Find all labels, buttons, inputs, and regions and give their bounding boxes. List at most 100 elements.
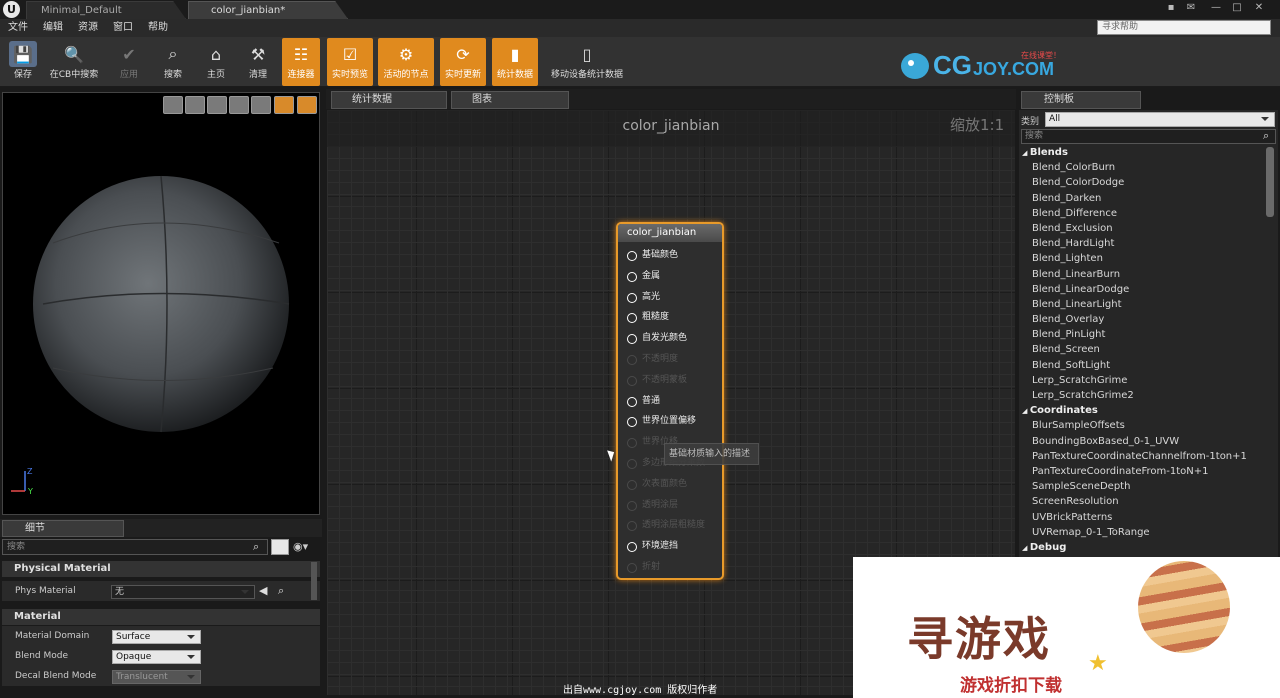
- palette-category[interactable]: Blends: [1020, 145, 1264, 160]
- palette-scrollbar[interactable]: [1266, 147, 1274, 217]
- apply-button[interactable]: ✔ 应用: [109, 38, 149, 86]
- preview-mesh-button[interactable]: [251, 96, 271, 114]
- home-button[interactable]: ⌂ 主页: [197, 38, 235, 86]
- palette-item[interactable]: Blend_Exclusion: [1020, 221, 1264, 236]
- preview-sphere: Z Y: [11, 175, 290, 496]
- preview-cylinder-button[interactable]: [163, 96, 183, 114]
- palette-category[interactable]: Coordinates: [1020, 403, 1264, 418]
- palette-item[interactable]: BoundingBoxBased_0-1_UVW: [1020, 434, 1264, 449]
- details-scrollbar[interactable]: [311, 562, 317, 600]
- menu-help[interactable]: 帮助: [148, 19, 168, 37]
- zoom-level: 缩放1:1: [950, 116, 1005, 134]
- preview-sphere-button[interactable]: [185, 96, 205, 114]
- clean-up-button[interactable]: ⚒ 清理: [239, 38, 277, 86]
- tab-material-editor[interactable]: color_jianbian*: [188, 1, 348, 19]
- preview-grid-button[interactable]: [274, 96, 294, 114]
- section-physical-material[interactable]: Physical Material: [2, 561, 320, 577]
- live-nodes-button[interactable]: ⚙ 活动的节点: [378, 38, 434, 86]
- tab-graph[interactable]: 图表: [451, 91, 569, 109]
- material-preview-viewport[interactable]: Z Y: [2, 92, 320, 515]
- tab-details[interactable]: 细节: [2, 520, 124, 537]
- live-update-button[interactable]: ⟳ 实时更新: [440, 38, 486, 86]
- node-pin[interactable]: 折射: [626, 560, 726, 574]
- palette-item[interactable]: Blend_ColorBurn: [1020, 160, 1264, 175]
- node-pin[interactable]: 自发光颜色: [626, 331, 726, 345]
- palette-item[interactable]: UVBrickPatterns: [1020, 510, 1264, 525]
- node-pin[interactable]: 次表面颜色: [626, 477, 726, 491]
- preview-cube-button[interactable]: [229, 96, 249, 114]
- palette-search-input[interactable]: 搜索: [1021, 129, 1276, 144]
- palette-item[interactable]: Blend_SoftLight: [1020, 358, 1264, 373]
- node-pin[interactable]: 基础颜色: [626, 248, 726, 262]
- notification-icon[interactable]: ▪: [1164, 2, 1178, 14]
- find-in-cb-button[interactable]: 🔍 在CB中搜索: [44, 38, 104, 86]
- menu-edit[interactable]: 编辑: [43, 19, 63, 37]
- node-pin[interactable]: 金属: [626, 269, 726, 283]
- menu-window[interactable]: 窗口: [113, 19, 133, 37]
- menu-bar: [0, 19, 1280, 37]
- palette-item[interactable]: SampleSceneDepth: [1020, 479, 1264, 494]
- palette-item[interactable]: UVRemap_0-1_ToRange: [1020, 525, 1264, 540]
- tab-minimal-default[interactable]: Minimal_Default: [26, 1, 186, 19]
- graph-title: color_jianbian: [622, 118, 720, 134]
- use-selected-arrow-icon[interactable]: ◀: [259, 584, 267, 597]
- details-search-input[interactable]: 搜索: [2, 539, 268, 555]
- browse-icon[interactable]: ⌕: [278, 584, 284, 598]
- minimize-button[interactable]: —: [1209, 2, 1223, 14]
- palette-item[interactable]: BlurSampleOffsets: [1020, 418, 1264, 433]
- preview-plane-button[interactable]: [207, 96, 227, 114]
- material-domain-dropdown[interactable]: Surface: [112, 630, 201, 644]
- palette-item[interactable]: PanTextureCoordinateChannelfrom-1ton+1: [1020, 449, 1264, 464]
- palette-item[interactable]: Lerp_ScratchGrime2: [1020, 388, 1264, 403]
- tab-palette[interactable]: 控制板: [1021, 91, 1141, 109]
- credit-text: 出自www.cgjoy.com 版权归作者: [563, 685, 718, 696]
- close-button[interactable]: ✕: [1252, 2, 1266, 14]
- eye-icon[interactable]: ◉▾: [293, 540, 308, 553]
- menu-file[interactable]: 文件: [8, 19, 28, 37]
- node-pin[interactable]: 透明涂层粗糙度: [626, 518, 726, 532]
- palette-item[interactable]: Blend_LinearDodge: [1020, 282, 1264, 297]
- live-preview-button[interactable]: ☑ 实时预览: [327, 38, 373, 86]
- palette-item[interactable]: PanTextureCoordinateFrom-1toN+1: [1020, 464, 1264, 479]
- feedback-icon[interactable]: ✉: [1184, 2, 1198, 14]
- node-pin[interactable]: 高光: [626, 290, 726, 304]
- connectors-button[interactable]: ☷ 连接器: [282, 38, 320, 86]
- palette-item[interactable]: Blend_LinearLight: [1020, 297, 1264, 312]
- search-button[interactable]: ⌕ 搜索: [155, 38, 191, 86]
- node-pin[interactable]: 透明涂层: [626, 498, 726, 512]
- stats-button[interactable]: ▮ 统计数据: [492, 38, 538, 86]
- palette-item[interactable]: Blend_PinLight: [1020, 327, 1264, 342]
- blend-mode-dropdown[interactable]: Opaque: [112, 650, 201, 664]
- save-button[interactable]: 💾 保存: [4, 38, 42, 86]
- node-pin[interactable]: 不透明度: [626, 352, 726, 366]
- node-pin[interactable]: 世界位置偏移: [626, 414, 726, 428]
- palette-item[interactable]: Blend_Difference: [1020, 206, 1264, 221]
- menu-assets[interactable]: 资源: [78, 19, 98, 37]
- node-pin[interactable]: 粗糙度: [626, 310, 726, 324]
- maximize-button[interactable]: □: [1230, 2, 1244, 14]
- palette-item[interactable]: ScreenResolution: [1020, 494, 1264, 509]
- palette-item[interactable]: Blend_ColorDodge: [1020, 175, 1264, 190]
- node-pin[interactable]: 环境遮挡: [626, 539, 726, 553]
- preview-realtime-button[interactable]: [297, 96, 317, 114]
- palette-item[interactable]: Blend_Lighten: [1020, 251, 1264, 266]
- mobile-stats-button[interactable]: ▯ 移动设备统计数据: [544, 38, 630, 86]
- tab-stats[interactable]: 统计数据: [331, 91, 447, 109]
- palette-item[interactable]: Blend_Overlay: [1020, 312, 1264, 327]
- category-dropdown[interactable]: All: [1045, 112, 1275, 127]
- palette-item[interactable]: Blend_Darken: [1020, 191, 1264, 206]
- section-material[interactable]: Material: [2, 609, 320, 625]
- palette-item[interactable]: Blend_HardLight: [1020, 236, 1264, 251]
- node-pin[interactable]: 不透明蒙板: [626, 373, 726, 387]
- node-title: color_jianbian: [618, 224, 722, 242]
- view-options-icon[interactable]: [271, 539, 289, 555]
- decal-blend-mode-dropdown[interactable]: Translucent: [112, 670, 201, 684]
- palette-category[interactable]: Debug: [1020, 540, 1264, 555]
- node-pin[interactable]: 普通: [626, 394, 726, 408]
- palette-item[interactable]: Blend_Screen: [1020, 342, 1264, 357]
- phys-material-dropdown[interactable]: 无: [111, 585, 255, 599]
- help-search-input[interactable]: 寻求帮助: [1097, 20, 1271, 35]
- palette-item[interactable]: Lerp_ScratchGrime: [1020, 373, 1264, 388]
- palette-item[interactable]: Blend_LinearBurn: [1020, 267, 1264, 282]
- refresh-icon: ⟳: [456, 44, 470, 64]
